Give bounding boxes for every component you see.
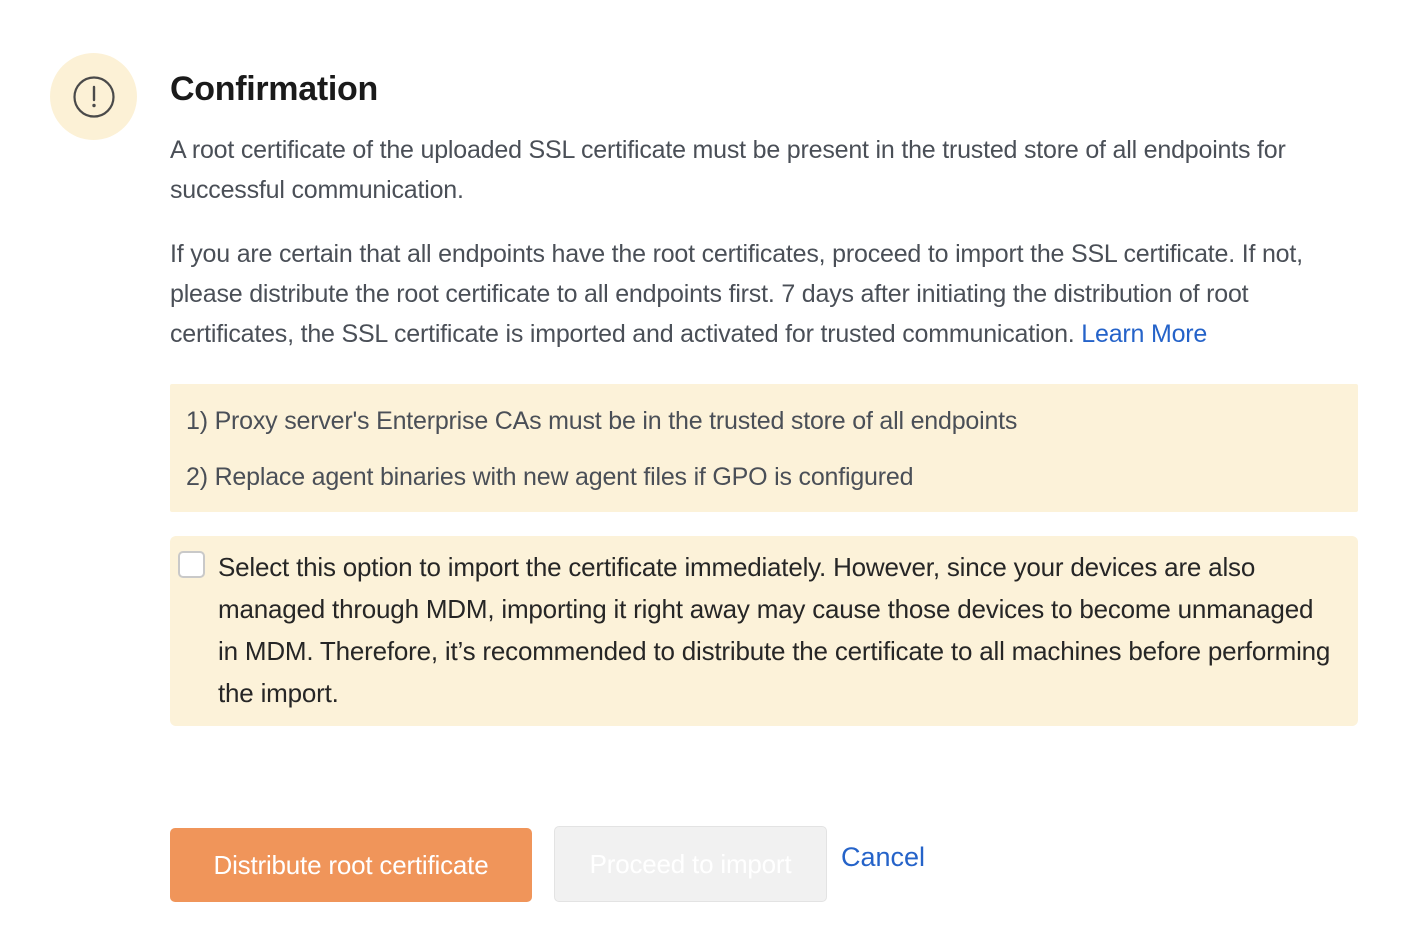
learn-more-link[interactable]: Learn More (1081, 320, 1207, 348)
instructions-paragraph: If you are certain that all endpoints ha… (170, 234, 1358, 354)
requirements-notice: 1) Proxy server's Enterprise CAs must be… (170, 384, 1358, 512)
dialog-title: Confirmation (170, 70, 378, 108)
dialog-content: Confirmation A root certificate of the u… (170, 66, 1358, 726)
confirmation-dialog: Confirmation A root certificate of the u… (0, 0, 1412, 944)
import-immediately-checkbox[interactable] (178, 551, 205, 578)
proceed-to-import-button[interactable]: Proceed to import (554, 826, 827, 902)
intro-paragraph: A root certificate of the uploaded SSL c… (170, 136, 1286, 204)
import-immediately-option: Select this option to import the certifi… (170, 536, 1358, 726)
dialog-actions: Distribute root certificate Proceed to i… (170, 826, 925, 902)
exclamation-circle-icon (72, 75, 115, 118)
import-immediately-label: Select this option to import the certifi… (218, 552, 1331, 708)
distribute-root-certificate-button[interactable]: Distribute root certificate (170, 828, 532, 902)
requirement-item: 1) Proxy server's Enterprise CAs must be… (186, 407, 1018, 435)
cancel-button[interactable]: Cancel (841, 842, 925, 873)
requirement-item: 2) Replace agent binaries with new agent… (186, 463, 914, 491)
alert-badge (50, 53, 137, 140)
